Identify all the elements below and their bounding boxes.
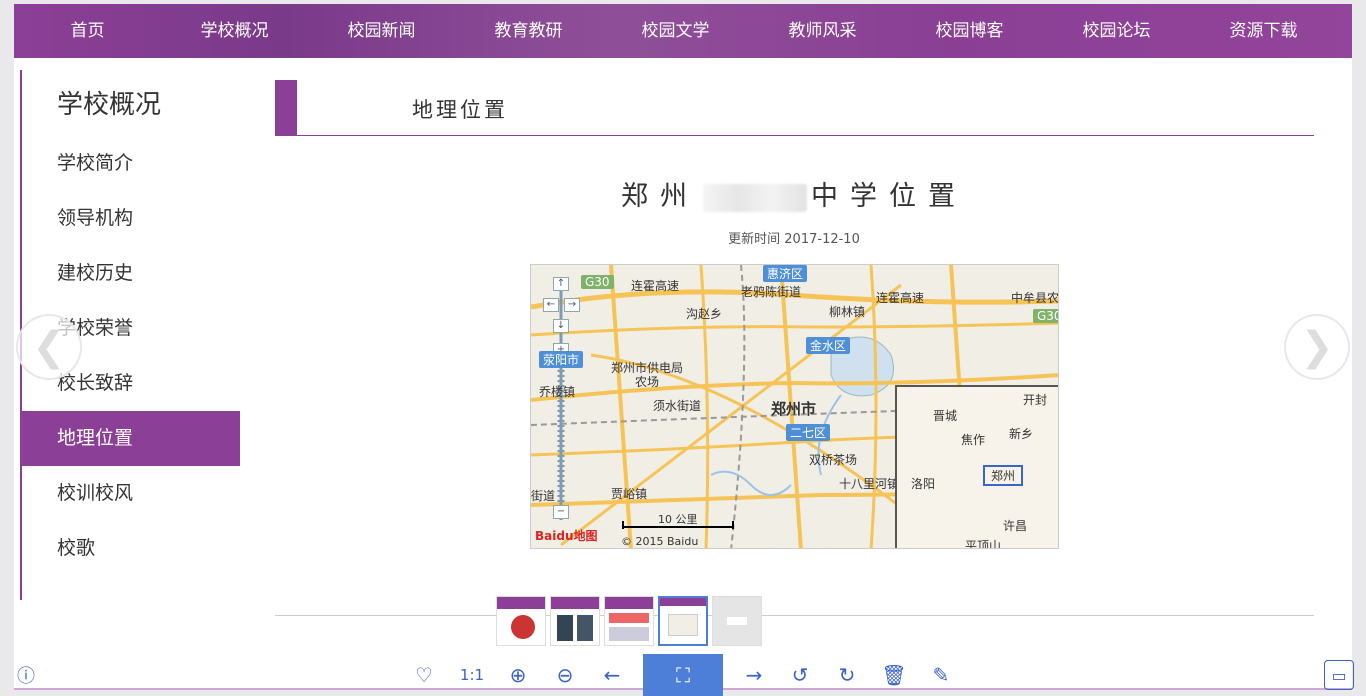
map-pan-up-icon[interactable]: ↑ (553, 277, 569, 291)
map-label-jiayu: 贾峪镇 (611, 487, 648, 501)
thumbnail-4[interactable] (658, 596, 708, 646)
zoom-in-icon[interactable]: ⊕ (504, 654, 532, 696)
map-label-shibali: 十八里河镇 (839, 477, 900, 491)
thumbnail-2[interactable] (550, 596, 600, 646)
nav-campus-blog[interactable]: 校园博客 (896, 4, 1043, 58)
map-label-zhengzhou: 郑州市 (771, 400, 817, 418)
map-label-g30-right: G30 (1033, 309, 1058, 323)
sidebar-item-motto[interactable]: 校训校风 (22, 466, 240, 521)
inset-label-xinxiang: 新乡 (1009, 427, 1034, 441)
next-arrow-icon[interactable]: → (740, 654, 768, 696)
map-pan-down-icon[interactable]: ↓ (553, 319, 569, 333)
redacted-name (703, 183, 807, 212)
map-label-laoya: 老鸦陈街道 (741, 285, 802, 299)
actual-size-button[interactable]: 1:1 (458, 654, 486, 696)
map-label-gouzhao: 沟赵乡 (686, 307, 723, 321)
map-label-nongchang: 农场 (635, 375, 660, 389)
article-date: 更新时间 2017-12-10 (728, 232, 860, 247)
sidebar-item-intro[interactable]: 学校简介 (22, 136, 240, 191)
previous-arrow-icon[interactable]: ← (598, 654, 626, 696)
map-label-xushui: 须水街道 (653, 399, 702, 413)
fit-screen-icon[interactable]: ⛶ (643, 654, 723, 696)
prev-image-arrow-icon[interactable]: ❮ (16, 314, 82, 380)
nav-campus-news[interactable]: 校园新闻 (308, 4, 455, 58)
map-overview-inset[interactable]: 晋城 焦作 新乡 开封 洛阳 郑州 许昌 平顶山 (895, 385, 1058, 549)
map-label-liulin: 柳林镇 (829, 305, 866, 319)
inset-label-zhengzhou: 郑州 (983, 465, 1024, 486)
map-label-shuangqiao: 双桥茶场 (809, 453, 858, 467)
map-label-huiji: 惠济区 (763, 265, 808, 282)
thumbnail-strip (496, 596, 762, 648)
map-label-g30-left: G30 (581, 275, 614, 289)
inset-label-jincheng: 晋城 (933, 409, 958, 423)
article-title-suffix: 中学位置 (811, 181, 967, 212)
nav-teaching-research[interactable]: 教育教研 (455, 4, 602, 58)
nav-teacher-style[interactable]: 教师风采 (749, 4, 896, 58)
thumbnail-1[interactable] (496, 596, 546, 646)
favorite-heart-icon[interactable]: ♡ (410, 654, 438, 696)
inset-label-pingdingshan: 平顶山 (965, 539, 1002, 549)
map-pan-left-icon[interactable]: ← (543, 298, 559, 312)
map-label-erqi: 二七区 (786, 424, 831, 441)
inset-label-xuchang: 许昌 (1003, 519, 1028, 533)
info-icon[interactable]: ⓘ (14, 654, 38, 696)
section-accent-bar (275, 80, 297, 135)
top-nav: 首页 学校概况 校园新闻 教育教研 校园文学 教师风采 校园博客 校园论坛 资源… (14, 4, 1352, 58)
nav-campus-forum[interactable]: 校园论坛 (1043, 4, 1190, 58)
map-label-xingyang: 荥阳市 (539, 351, 584, 368)
rotate-left-icon[interactable]: ↺ (786, 654, 814, 696)
article-title: 郑州 中学位置 (274, 174, 1314, 213)
nav-school-overview[interactable]: 学校概况 (161, 4, 308, 58)
map-label-zhongmou: 中牟县农 (1011, 291, 1059, 305)
thumbnail-3[interactable] (604, 596, 654, 646)
inset-label-kaifeng: 开封 (1023, 393, 1048, 407)
map-label-jinshui: 金水区 (806, 337, 851, 354)
inset-label-jiaozuo: 焦作 (961, 433, 986, 447)
sidebar-item-song[interactable]: 校歌 (22, 521, 240, 576)
map-label-lianhuo2: 连霍高速 (876, 291, 925, 305)
map-label-jie: 街道 (531, 489, 556, 503)
content-divider (275, 615, 1314, 616)
inset-label-luoyang: 洛阳 (911, 477, 936, 491)
next-image-arrow-icon[interactable]: ❯ (1284, 314, 1350, 380)
sidebar-title: 学校概况 (57, 90, 162, 120)
map-label-lianhuo1: 连霍高速 (631, 279, 680, 293)
map-scale-label: 10 公里 (658, 513, 698, 526)
sidebar-item-location[interactable]: 地理位置 (22, 411, 240, 466)
rotate-right-icon[interactable]: ↻ (833, 654, 861, 696)
map-label-qiaolou: 乔楼镇 (539, 385, 576, 399)
edit-icon[interactable]: ✎ (927, 654, 955, 696)
thumbnail-5[interactable] (712, 596, 762, 646)
open-folder-icon[interactable]: ▭ (1324, 660, 1354, 690)
map-zoom-out-icon[interactable]: − (553, 505, 569, 519)
page: 首页 学校概况 校园新闻 教育教研 校园文学 教师风采 校园博客 校园论坛 资源… (14, 4, 1352, 690)
section-title: 地理位置 (412, 98, 508, 122)
map-image[interactable]: ↑ ← → ↓ + − G30 G30 连霍高速 连霍高速 惠济区 老鸦陈街道 … (530, 264, 1059, 549)
delete-trash-icon[interactable]: 🗑 (880, 654, 908, 696)
nav-home[interactable]: 首页 (14, 4, 161, 58)
baidu-logo: Baidu地图 (535, 529, 598, 543)
nav-campus-literature[interactable]: 校园文学 (602, 4, 749, 58)
zoom-out-icon[interactable]: ⊖ (551, 654, 579, 696)
map-pan-right-icon[interactable]: → (564, 298, 580, 312)
section-header: 地理位置 (275, 80, 1314, 136)
article-title-prefix: 郑州 (621, 181, 699, 212)
sidebar-item-history[interactable]: 建校历史 (22, 246, 240, 301)
nav-resource-download[interactable]: 资源下载 (1190, 4, 1337, 58)
sidebar-item-leadership[interactable]: 领导机构 (22, 191, 240, 246)
image-viewer-toolbar: ⓘ ♡ 1:1 ⊕ ⊖ ← ⛶ → ↺ ↻ 🗑 ✎ ▭ (0, 654, 1366, 696)
map-copyright: © 2015 Baidu (621, 535, 699, 548)
